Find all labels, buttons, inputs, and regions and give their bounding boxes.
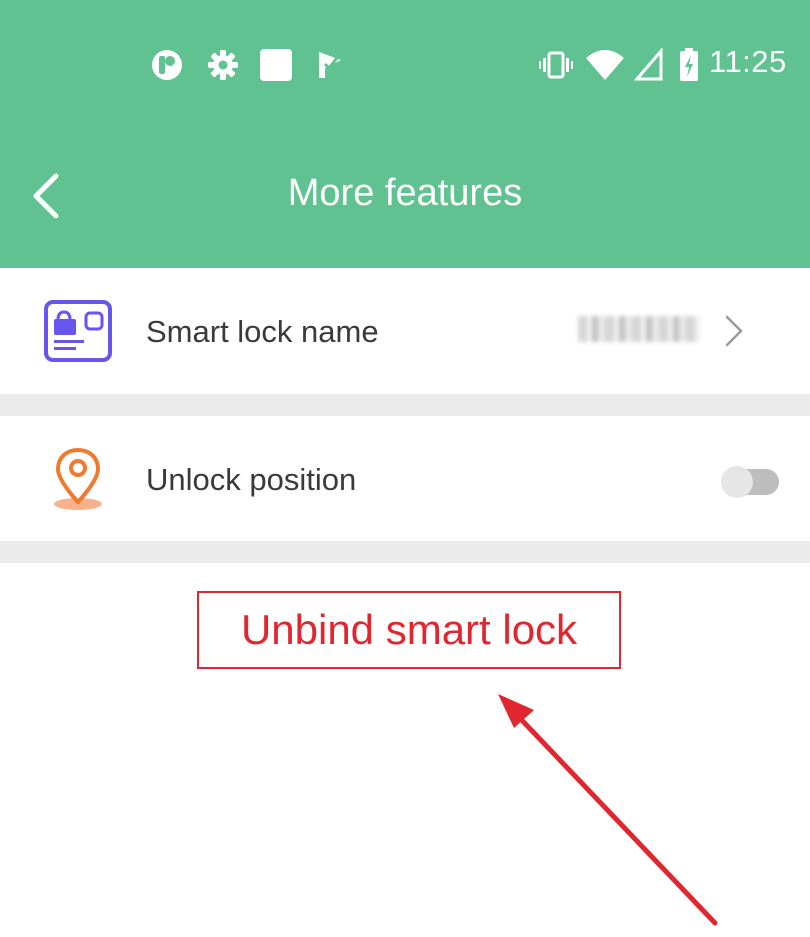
smart-lock-name-value xyxy=(578,316,700,342)
vibrate-icon xyxy=(539,51,573,79)
lock-card-icon xyxy=(44,300,112,362)
app-c-icon xyxy=(152,50,182,80)
unlock-position-toggle[interactable] xyxy=(720,465,782,499)
battery-charging-icon xyxy=(680,48,698,81)
chevron-right-icon xyxy=(725,315,743,347)
unlock-position-label: Unlock position xyxy=(146,462,357,497)
unbind-smart-lock-button[interactable]: Unbind smart lock xyxy=(197,591,621,669)
gear-icon xyxy=(208,50,238,80)
app-bar: 11:25 More features xyxy=(0,0,810,268)
status-bar: 11:25 xyxy=(0,0,810,130)
section-divider xyxy=(0,541,810,563)
annotation-arrow xyxy=(498,694,718,926)
square-icon xyxy=(260,49,292,81)
smart-lock-name-label: Smart lock name xyxy=(146,314,379,349)
wifi-icon xyxy=(586,50,624,80)
location-pin-icon xyxy=(54,447,102,510)
page-title: More features xyxy=(287,172,523,214)
unlock-position-row: Unlock position xyxy=(0,416,810,541)
section-divider xyxy=(0,394,810,416)
signal-icon xyxy=(634,48,663,81)
check-flag-icon xyxy=(319,52,341,78)
status-time: 11:25 xyxy=(709,44,787,79)
smart-lock-name-row[interactable]: Smart lock name xyxy=(0,268,810,394)
